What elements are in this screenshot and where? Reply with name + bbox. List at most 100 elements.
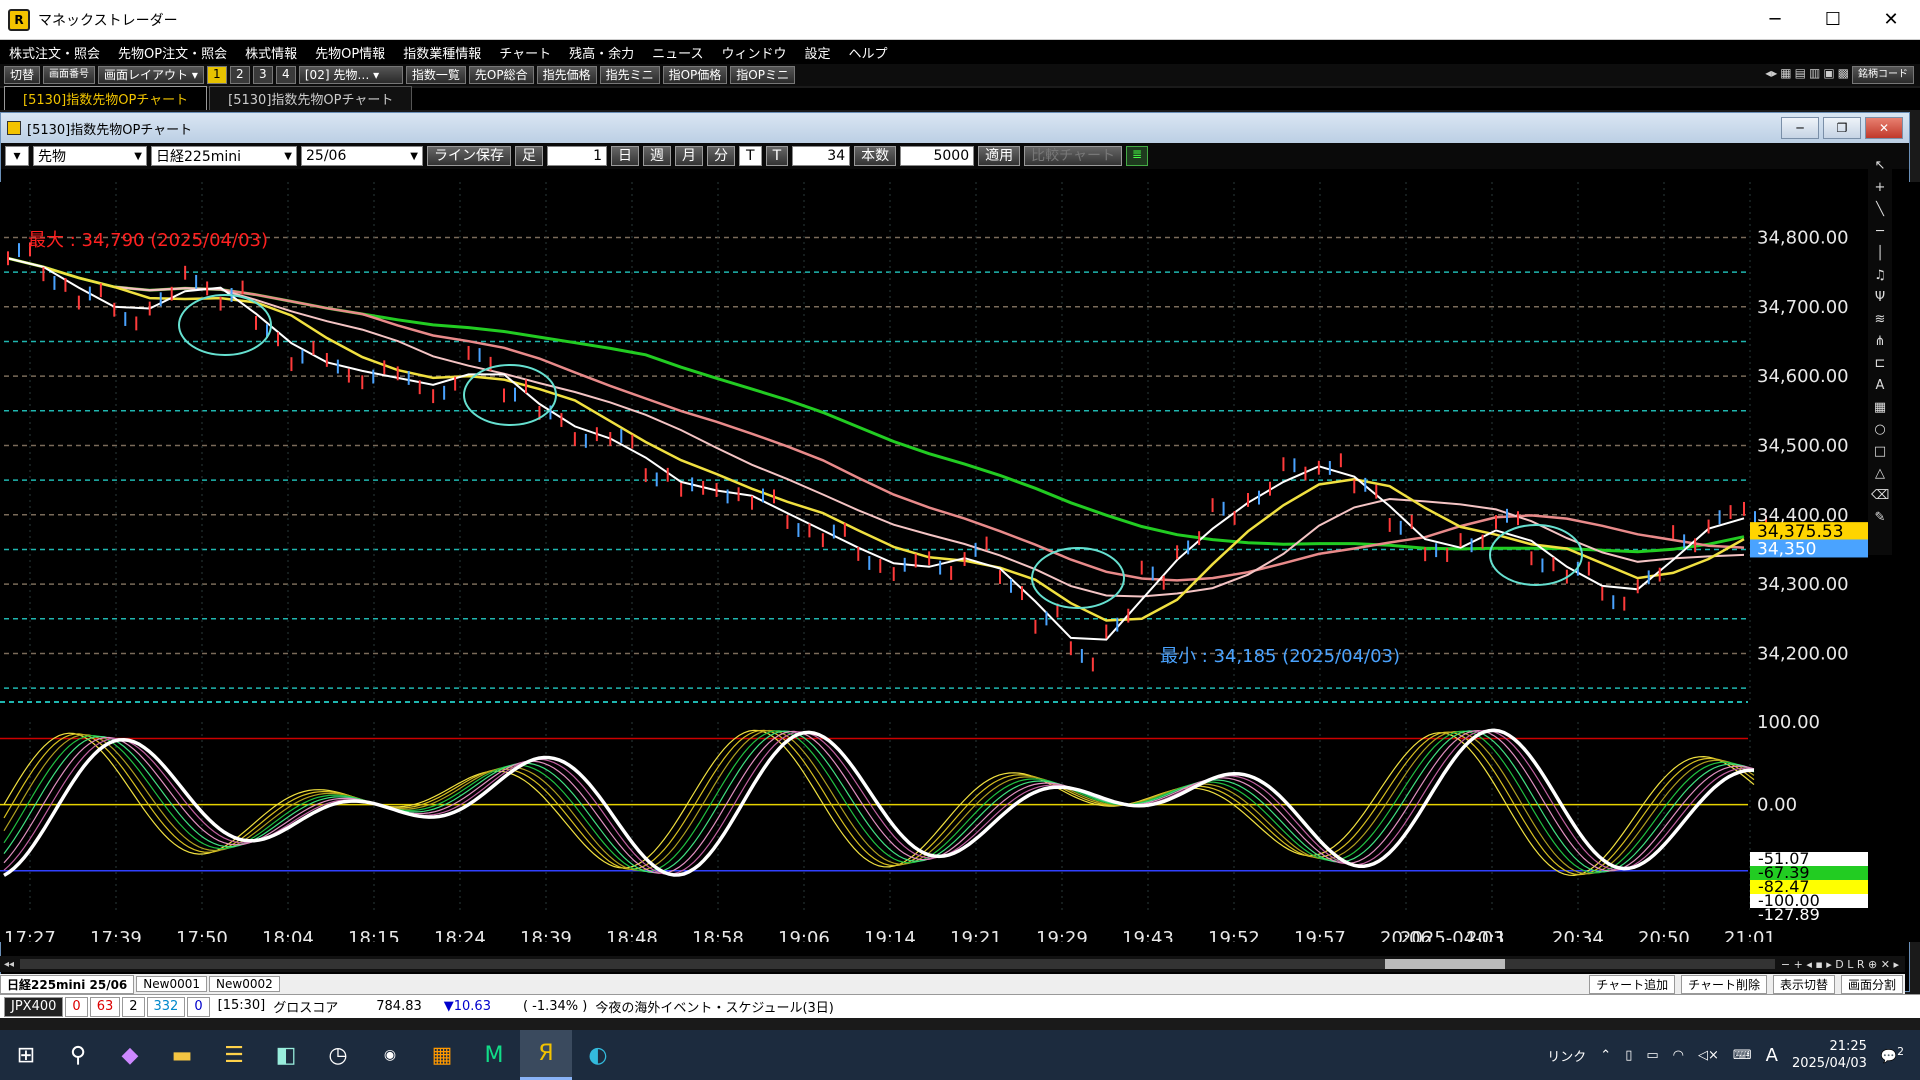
apply-button[interactable]: 適用: [978, 146, 1021, 166]
tab-chart-1[interactable]: [5130]指数先物OPチャート: [4, 86, 208, 110]
menu-item-news[interactable]: ニュース: [643, 43, 712, 62]
period-day-button[interactable]: 日: [611, 146, 639, 166]
app-icon-2[interactable]: ◧: [260, 1030, 312, 1080]
text-icon[interactable]: A: [1871, 377, 1889, 395]
chart-area[interactable]: 最大 : 34,790 (2025/04/03) 最小 : 34,185 (202…: [0, 182, 1920, 949]
menu-item-index-info[interactable]: 指数業種情報: [394, 43, 490, 62]
split-screen-button[interactable]: 画面分割: [1840, 974, 1903, 994]
copilot-icon[interactable]: ◆: [104, 1030, 156, 1080]
fib-icon[interactable]: ≋: [1871, 311, 1889, 329]
crosshair-icon[interactable]: +: [1871, 179, 1889, 197]
menu-item-balance[interactable]: 残高・余力: [560, 43, 643, 62]
menu-item-chart[interactable]: チャート: [490, 43, 560, 62]
clear-icon[interactable]: ✎: [1871, 509, 1889, 527]
search-icon[interactable]: ⚲: [52, 1030, 104, 1080]
period-month-button[interactable]: 月: [675, 146, 703, 166]
menu-item-settings[interactable]: 設定: [795, 43, 839, 62]
index-op-mini-button[interactable]: 指OPミニ: [730, 66, 795, 84]
contract-select[interactable]: 25/06 ▼: [301, 146, 423, 166]
minimize-button[interactable]: ─: [1746, 0, 1804, 40]
compare-chart-button[interactable]: 比較チャート: [1024, 146, 1122, 166]
chevron-up-icon[interactable]: ⌃: [1600, 1048, 1611, 1063]
sheet-tab-new0002[interactable]: New0002: [209, 976, 280, 992]
ticker-name[interactable]: JPX400: [4, 996, 64, 1017]
delete-chart-button[interactable]: チャート削除: [1681, 974, 1767, 994]
foot-value-input[interactable]: 1: [547, 146, 607, 166]
price-chart[interactable]: 最大 : 34,790 (2025/04/03) 最小 : 34,185 (202…: [0, 182, 1920, 949]
hline-icon[interactable]: ─: [1871, 223, 1889, 241]
count-value-input[interactable]: 5000: [900, 146, 975, 166]
bell-icon[interactable]: ♫: [1871, 267, 1889, 285]
index-list-button[interactable]: 指数一覧: [405, 66, 466, 84]
wifi-icon[interactable]: ◠: [1673, 1048, 1684, 1063]
scroll-track[interactable]: [20, 959, 1775, 969]
zoom-controls-icon[interactable]: − + ◂ ▪ ▸ D L R ⊕ ✕ ▸: [1781, 958, 1905, 971]
clock[interactable]: 21:25 2025/04/03: [1792, 1038, 1867, 1072]
page-3-button[interactable]: 3: [252, 66, 273, 84]
type-select[interactable]: 先物 ▼: [33, 146, 147, 166]
chart-restore-button[interactable]: ❐: [1823, 117, 1861, 139]
menu-item-stock-info[interactable]: 株式情報: [236, 43, 306, 62]
link-label[interactable]: リンク: [1547, 1046, 1586, 1065]
t-value-input[interactable]: 34: [792, 146, 851, 166]
triangle-icon[interactable]: △: [1871, 465, 1889, 483]
period-minute-button[interactable]: 分: [707, 146, 735, 166]
rect-icon[interactable]: □: [1871, 443, 1889, 461]
chart-scrollbar[interactable]: ◂◂ − + ◂ ▪ ▸ D L R ⊕ ✕ ▸: [0, 956, 1905, 972]
sheet-tab-main[interactable]: 日経225mini 25/06: [0, 974, 135, 994]
fan-icon[interactable]: ⋔: [1871, 333, 1889, 351]
index-futures-mini-button[interactable]: 指先ミニ: [599, 66, 660, 84]
mt4-icon[interactable]: ◉: [364, 1030, 416, 1080]
fork-icon[interactable]: Ψ: [1871, 289, 1889, 307]
channel-icon[interactable]: ⊏: [1871, 355, 1889, 373]
maximize-button[interactable]: ☐: [1804, 0, 1862, 40]
brand-code-input[interactable]: 銘柄コード: [1852, 66, 1914, 84]
menu-item-futures-info[interactable]: 先物OP情報: [306, 43, 394, 62]
nav-arrows-icon[interactable]: ◂▸: [1765, 66, 1777, 84]
page-1-button[interactable]: 1: [206, 66, 227, 84]
scroll-thumb[interactable]: [1384, 959, 1505, 969]
period-tick-button[interactable]: T: [739, 146, 762, 166]
page-2-button[interactable]: 2: [229, 66, 250, 84]
app-icon-3[interactable]: ▦: [416, 1030, 468, 1080]
chart-minimize-button[interactable]: ─: [1781, 117, 1819, 139]
explorer-icon[interactable]: ▬: [156, 1030, 208, 1080]
tab-chart-2[interactable]: [5130]指数先物OPチャート: [209, 86, 413, 110]
index-futures-price-button[interactable]: 指先価格: [536, 66, 597, 84]
trendline-icon[interactable]: ╲: [1871, 201, 1889, 219]
monex-trader-icon[interactable]: Я: [520, 1030, 572, 1080]
chart-settings-icon[interactable]: ≣: [1126, 146, 1148, 166]
edge-icon[interactable]: ◐: [572, 1030, 624, 1080]
menu-item-stock-order[interactable]: 株式注文・照会: [0, 43, 109, 62]
menu-item-futures-order[interactable]: 先物OP注文・照会: [109, 43, 236, 62]
lock-icon[interactable]: ▣: [1823, 66, 1834, 84]
index-op-price-button[interactable]: 指OP価格: [662, 66, 728, 84]
ellipse-icon[interactable]: ○: [1871, 421, 1889, 439]
table-icon[interactable]: ▦: [1871, 399, 1889, 417]
save-icon[interactable]: ▩: [1838, 66, 1849, 84]
scroll-start-icon[interactable]: ◂◂: [0, 959, 14, 970]
battery-icon[interactable]: ▭: [1646, 1048, 1658, 1063]
futures-op-summary-button[interactable]: 先OP総合: [468, 66, 534, 84]
keyboard-icon[interactable]: ⌨: [1733, 1048, 1752, 1063]
start-icon[interactable]: ⊞: [0, 1030, 52, 1080]
clock-app-icon[interactable]: ◷: [312, 1030, 364, 1080]
page-4-button[interactable]: 4: [275, 66, 296, 84]
display-toggle-button[interactable]: 表示切替: [1772, 974, 1835, 994]
screen-number-button[interactable]: 画面番号: [43, 66, 96, 84]
window-cascade-icon[interactable]: ▤: [1795, 66, 1806, 84]
sheet-tab-new0001[interactable]: New0001: [136, 976, 208, 992]
line-save-button[interactable]: ライン保存: [427, 146, 511, 166]
switch-button[interactable]: 切替: [4, 66, 41, 84]
menu-item-help[interactable]: ヘルプ: [839, 43, 896, 62]
menu-item-window[interactable]: ウィンドウ: [712, 43, 795, 62]
menu-dropdown-icon[interactable]: ▾: [5, 146, 29, 166]
vline-icon[interactable]: │: [1871, 245, 1889, 263]
window-tile-icon[interactable]: ▦: [1780, 66, 1791, 84]
app-icon-1[interactable]: ☰: [208, 1030, 260, 1080]
chart-close-button[interactable]: ✕: [1865, 117, 1903, 139]
board-select[interactable]: [02] 先物… ▾: [298, 66, 403, 84]
print-icon[interactable]: ▥: [1809, 66, 1820, 84]
close-button[interactable]: ✕: [1862, 0, 1920, 40]
add-chart-button[interactable]: チャート追加: [1589, 974, 1676, 994]
